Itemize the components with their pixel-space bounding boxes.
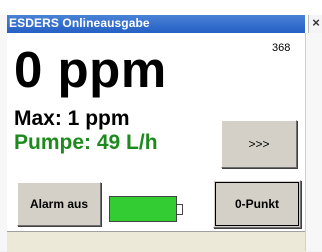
next-page-button[interactable]: >>> xyxy=(221,120,297,168)
counter-value: 368 xyxy=(272,42,291,54)
max-reading: Max: 1 ppm xyxy=(14,107,130,130)
zero-point-button[interactable]: 0-Punkt xyxy=(213,180,301,228)
battery-body xyxy=(109,196,177,222)
window-frame-right xyxy=(305,33,322,251)
ppm-reading: 0 ppm xyxy=(14,41,167,98)
battery-level-fill xyxy=(110,197,176,221)
close-icon[interactable]: × xyxy=(308,15,322,33)
status-bar xyxy=(7,231,305,252)
title-bar[interactable]: ESDERS Onlineausgabe xyxy=(7,15,305,33)
battery-icon xyxy=(109,196,183,224)
pump-flow-reading: Pumpe: 49 L/h xyxy=(14,131,158,154)
app-window: ESDERS Onlineausgabe × 368 0 ppm Max: 1 … xyxy=(0,0,322,252)
battery-terminal xyxy=(177,204,183,215)
window-title: ESDERS Onlineausgabe xyxy=(9,16,150,30)
window-frame-left xyxy=(0,15,7,251)
alarm-off-button[interactable]: Alarm aus xyxy=(17,182,101,226)
